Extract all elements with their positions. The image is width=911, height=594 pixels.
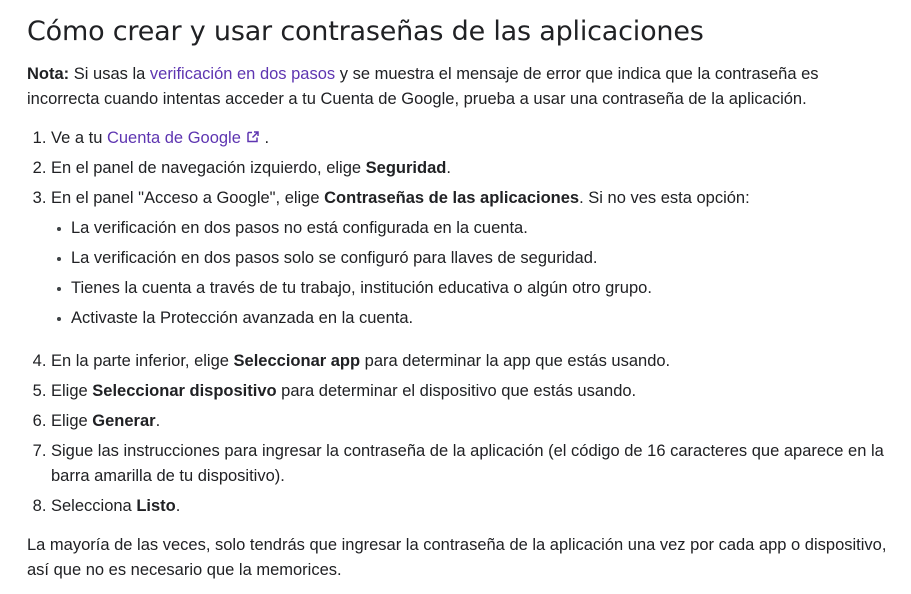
step-6-end: .	[155, 412, 161, 430]
step-5-bold: Seleccionar dispositivo	[92, 382, 277, 400]
sub-item: Activaste la Protección avanzada en la c…	[54, 306, 891, 331]
step-7: Sigue las instrucciones para ingresar la…	[51, 439, 891, 489]
sub-item: Tienes la cuenta a través de tu trabajo,…	[54, 276, 891, 301]
external-link-icon	[247, 131, 259, 143]
step-3-bold: Contraseñas de las aplicaciones	[324, 189, 580, 207]
step-7-text: Sigue las instrucciones para ingresar la…	[51, 442, 884, 485]
step-2-text: En el panel de navegación izquierdo, eli…	[51, 159, 366, 177]
step-4: En la parte inferior, elige Seleccionar …	[51, 349, 891, 374]
step-2: En el panel de navegación izquierdo, eli…	[51, 156, 891, 181]
step-8-bold: Listo	[136, 497, 176, 515]
step-8-end: .	[175, 497, 181, 515]
google-account-link-label: Cuenta de Google	[106, 129, 241, 147]
step-3-sublist: La verificación en dos pasos no está con…	[51, 216, 891, 331]
step-1-text: Ve a tu	[51, 129, 107, 147]
note-paragraph: Nota: Si usas la verificación en dos pas…	[27, 62, 891, 112]
step-1: Ve a tu Cuenta de Google .	[51, 126, 891, 151]
help-article: Cómo crear y usar contraseñas de las apl…	[0, 0, 911, 583]
step-8: Selecciona Listo.	[51, 494, 891, 519]
step-6: Elige Generar.	[51, 409, 891, 434]
step-2-end: .	[446, 159, 451, 177]
sub-item: La verificación en dos pasos no está con…	[54, 216, 891, 241]
step-3-end: . Si no ves esta opción:	[579, 189, 750, 207]
outro-paragraph: La mayoría de las veces, solo tendrás qu…	[27, 536, 887, 579]
step-4-text: En la parte inferior, elige	[51, 352, 234, 370]
step-5: Elige Seleccionar dispositivo para deter…	[51, 379, 891, 404]
note-label: Nota:	[27, 65, 70, 83]
step-4-end: para determinar la app que estás usando.	[360, 352, 671, 370]
step-2-bold: Seguridad	[365, 159, 447, 177]
page-title: Cómo crear y usar contraseñas de las apl…	[27, 16, 704, 47]
google-account-link[interactable]: Cuenta de Google	[107, 129, 260, 147]
sub-item: La verificación en dos pasos solo se con…	[54, 246, 891, 271]
two-step-verification-link[interactable]: verificación en dos pasos	[150, 65, 335, 83]
step-8-text: Selecciona	[51, 497, 137, 515]
note-text-pre: Si usas la	[69, 65, 150, 83]
step-3: En el panel "Acceso a Google", elige Con…	[51, 186, 891, 331]
steps-list: Ve a tu Cuenta de Google . En el panel d…	[27, 126, 891, 519]
step-5-text: Elige	[51, 382, 93, 400]
step-4-bold: Seleccionar app	[233, 352, 361, 370]
step-6-text: Elige	[51, 412, 93, 430]
step-3-text: En el panel "Acceso a Google", elige	[51, 189, 325, 207]
step-1-end: .	[259, 129, 270, 147]
step-5-end: para determinar el dispositivo que estás…	[276, 382, 637, 400]
step-6-bold: Generar	[92, 412, 156, 430]
